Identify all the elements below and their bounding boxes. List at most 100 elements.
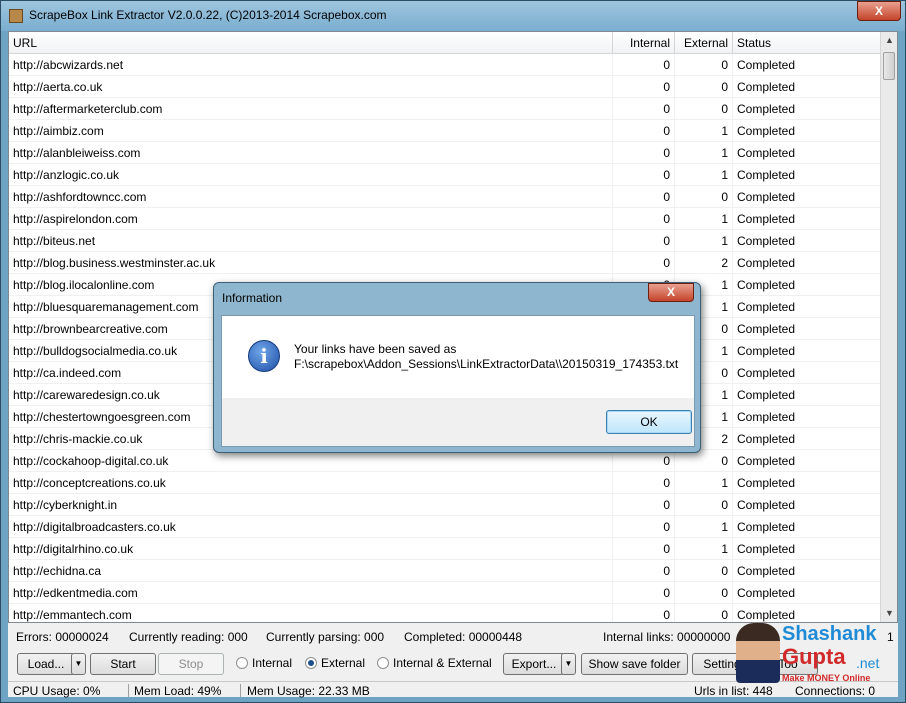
table-row[interactable]: http://aimbiz.com 0 1 Completed [9,120,882,142]
cell-url: http://alanbleiweiss.com [9,142,613,164]
export-dropdown-icon[interactable]: ▼ [561,653,576,675]
cell-status: Completed [733,318,882,340]
cell-url: http://ashfordtowncc.com [9,186,613,208]
cell-status: Completed [733,76,882,98]
cell-url: http://cyberknight.in [9,494,613,516]
radio-external-label[interactable]: External [321,656,365,670]
cell-internal: 0 [613,186,675,208]
cell-url: http://blog.business.westminster.ac.uk [9,252,613,274]
stop-button[interactable]: Stop [158,653,224,675]
dialog-message: Your links have been saved as F:\scrapeb… [294,342,678,372]
table-row[interactable]: http://anzlogic.co.uk 0 1 Completed [9,164,882,186]
scroll-up-icon[interactable]: ▲ [881,32,897,49]
cell-external: 0 [675,186,733,208]
table-row[interactable]: http://conceptcreations.co.uk 0 1 Completed [9,472,882,494]
table-row[interactable]: http://cockahoop-digital.co.uk 0 0 Complete… [9,450,882,472]
scroll-thumb[interactable] [883,52,895,80]
table-row[interactable]: http://blog.business.westminster.ac.uk 0 2… [9,252,882,274]
table-row[interactable]: http://digitalrhino.co.uk 0 1 Completed [9,538,882,560]
dialog-close-button[interactable]: X [648,283,694,302]
cell-url: http://anzlogic.co.uk [9,164,613,186]
cell-url: http://biteus.net [9,230,613,252]
cell-external: 0 [675,450,733,472]
radio-external[interactable] [305,657,317,669]
table-row[interactable]: http://aftermarketerclub.com 0 0 Completed [9,98,882,120]
cell-internal: 0 [613,538,675,560]
cell-internal: 0 [613,516,675,538]
cell-external: 1 [675,208,733,230]
dialog-message-line1: Your links have been saved as [294,342,457,356]
status-divider [128,684,129,697]
scroll-down-icon[interactable]: ▼ [881,605,897,622]
cell-status: Completed [733,384,882,406]
cell-status: Completed [733,406,882,428]
cell-status: Completed [733,252,882,274]
table-row[interactable]: http://echidna.ca 0 0 Completed [9,560,882,582]
cell-external: 1 [675,230,733,252]
radio-internal-label[interactable]: Internal [252,656,292,670]
title-bar[interactable]: ScrapeBox Link Extractor V2.0.0.22, (C)2… [1,1,905,31]
cell-status: Completed [733,274,882,296]
column-header-url[interactable]: URL [9,32,613,54]
information-dialog: Information X i Your links have been sav… [213,282,701,453]
radio-internal-external-label[interactable]: Internal & External [393,656,492,670]
watermark-logo: Shashank Gupta .net Make MONEY Online [736,623,896,689]
internal-links-count: Internal links: 00000000 [603,630,731,644]
table-row[interactable]: http://aspirelondon.com 0 1 Completed [9,208,882,230]
dialog-message-area: i Your links have been saved as F:\scrap… [222,316,694,398]
currently-reading: Currently reading: 000 [129,630,248,644]
table-row[interactable]: http://cyberknight.in 0 0 Completed [9,494,882,516]
cell-internal: 0 [613,76,675,98]
column-header-status[interactable]: Status [733,32,882,54]
table-row[interactable]: http://ashfordtowncc.com 0 0 Completed [9,186,882,208]
load-dropdown-icon[interactable]: ▼ [71,653,86,675]
cell-internal: 0 [613,120,675,142]
cell-internal: 0 [613,560,675,582]
ok-button[interactable]: OK [606,410,692,434]
cell-external: 0 [675,560,733,582]
radio-internal-external[interactable] [377,657,389,669]
cell-url: http://cockahoop-digital.co.uk [9,450,613,472]
app-icon [9,9,23,23]
watermark-name-first: Shashank [782,623,877,645]
cell-url: http://conceptcreations.co.uk [9,472,613,494]
column-header-internal[interactable]: Internal [613,32,675,54]
cell-status: Completed [733,98,882,120]
table-row[interactable]: http://abcwizards.net 0 0 Completed [9,54,882,76]
completed-count: Completed: 00000448 [404,630,523,644]
cell-external: 1 [675,120,733,142]
table-row[interactable]: http://alanbleiweiss.com 0 1 Completed [9,142,882,164]
vertical-scrollbar[interactable]: ▲ ▼ [880,32,897,622]
mem-load: Mem Load: 49% [134,684,222,698]
table-row[interactable]: http://emmantech.com 0 0 Completed [9,604,882,622]
cell-status: Completed [733,296,882,318]
cell-url: http://emmantech.com [9,604,613,622]
cell-status: Completed [733,582,882,604]
cell-internal: 0 [613,472,675,494]
cell-internal: 0 [613,450,675,472]
export-button[interactable]: Export... [503,653,565,675]
load-button[interactable]: Load... [17,653,75,675]
cell-external: 0 [675,98,733,120]
start-button[interactable]: Start [90,653,156,675]
cell-url: http://abcwizards.net [9,54,613,76]
cell-status: Completed [733,472,882,494]
cell-status: Completed [733,142,882,164]
table-row[interactable]: http://biteus.net 0 1 Completed [9,230,882,252]
cell-url: http://aerta.co.uk [9,76,613,98]
currently-parsing: Currently parsing: 000 [266,630,385,644]
cell-internal: 0 [613,252,675,274]
watermark-tagline: Make MONEY Online [782,673,871,683]
table-row[interactable]: http://aerta.co.uk 0 0 Completed [9,76,882,98]
watermark-domain: .net [856,655,880,671]
table-row[interactable]: http://edkentmedia.com 0 0 Completed [9,582,882,604]
cell-status: Completed [733,538,882,560]
show-save-folder-button[interactable]: Show save folder [581,653,688,675]
window-close-button[interactable]: X [857,1,901,21]
cell-url: http://aspirelondon.com [9,208,613,230]
mem-usage: Mem Usage: 22.33 MB [247,684,370,698]
radio-internal[interactable] [236,657,248,669]
column-header-external[interactable]: External [675,32,733,54]
table-row[interactable]: http://digitalbroadcasters.co.uk 0 1 Comple… [9,516,882,538]
info-icon: i [248,340,280,372]
